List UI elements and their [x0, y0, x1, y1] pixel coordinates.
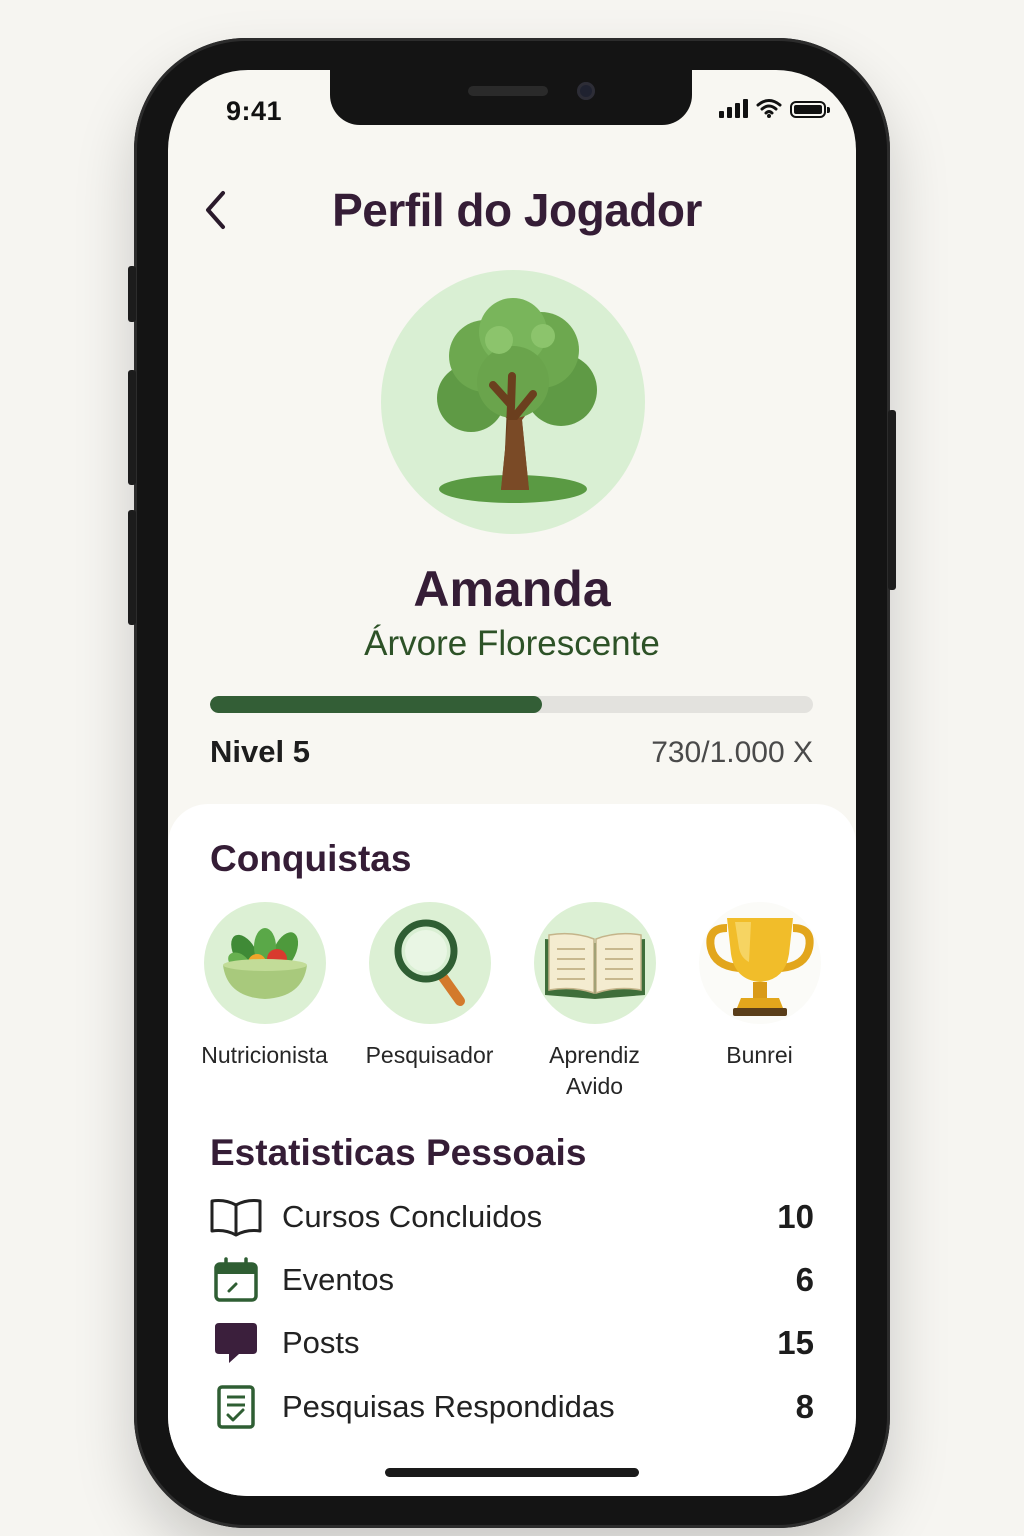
- achievements-list: Nutricionista Pesquisador Aprendiz Avido…: [182, 902, 842, 1102]
- avatar: [381, 270, 645, 534]
- stats-title: Estatisticas Pessoais: [210, 1132, 587, 1173]
- achievement-nutricionista[interactable]: Nutricionista: [182, 902, 347, 1102]
- stat-value: 15: [777, 1324, 814, 1361]
- achievement-aprendiz-avido[interactable]: Aprendiz Avido: [512, 902, 677, 1102]
- player-name: Amanda: [413, 561, 611, 617]
- tree-icon: [437, 298, 597, 503]
- page-title: Perfil do Jogador: [332, 184, 702, 236]
- trophy-icon: [698, 902, 821, 1024]
- chat-bubble-icon: [208, 1315, 264, 1371]
- stat-row-cursos[interactable]: Cursos Concluidos 10: [208, 1189, 814, 1245]
- achievement-label: Bunrei: [726, 1042, 793, 1068]
- open-book-icon: [533, 902, 656, 1024]
- stat-row-posts[interactable]: Posts 15: [208, 1315, 814, 1371]
- stat-value: 8: [795, 1388, 814, 1425]
- volume-down-button: [128, 510, 136, 625]
- home-indicator[interactable]: [385, 1468, 639, 1477]
- mute-switch: [128, 266, 136, 322]
- status-time: 9:41: [226, 96, 283, 126]
- stats-card: Conquistas Nutricionista Pesquisador Apr…: [168, 804, 856, 1496]
- cellular-signal-icon: [719, 98, 748, 118]
- salad-bowl-icon: [203, 902, 326, 1024]
- stat-label: Eventos: [282, 1262, 395, 1297]
- stat-value: 6: [795, 1261, 814, 1298]
- achievement-bunrei[interactable]: Bunrei: [677, 902, 842, 1102]
- stat-label: Posts: [282, 1325, 360, 1360]
- app-screen: 9:41 Perfil do Jogador Amanda Árvore Flo…: [168, 70, 856, 1496]
- achievement-label: Pesquisador: [365, 1042, 494, 1068]
- achievement-pesquisador[interactable]: Pesquisador: [347, 902, 512, 1102]
- battery-icon: [790, 101, 830, 118]
- front-camera: [577, 82, 595, 100]
- magnifier-icon: [368, 902, 491, 1024]
- xp-progress-bar: [210, 696, 813, 713]
- status-icons: [719, 98, 830, 118]
- power-button: [888, 410, 896, 590]
- xp-progress-fill: [210, 696, 542, 713]
- achievement-label: Nutricionista: [201, 1042, 328, 1068]
- book-icon: [208, 1189, 264, 1245]
- stat-row-eventos[interactable]: Eventos 6: [208, 1252, 814, 1308]
- stat-label: Cursos Concluidos: [282, 1199, 543, 1234]
- stat-label: Pesquisas Respondidas: [282, 1389, 615, 1424]
- level-label: Nivel 5: [210, 734, 310, 769]
- player-rank: Árvore Florescente: [364, 624, 660, 663]
- speaker: [468, 86, 548, 96]
- survey-checklist-icon: [208, 1379, 264, 1435]
- calendar-icon: [208, 1252, 264, 1308]
- volume-up-button: [128, 370, 136, 485]
- achievements-title: Conquistas: [210, 838, 412, 879]
- achievement-label: Aprendiz Avido: [549, 1042, 640, 1099]
- xp-text: 730/1.000 X: [651, 736, 813, 769]
- stat-row-pesquisas[interactable]: Pesquisas Respondidas 8: [208, 1379, 814, 1435]
- notch: [330, 70, 692, 125]
- wifi-icon: [756, 99, 782, 118]
- stat-value: 10: [777, 1198, 814, 1235]
